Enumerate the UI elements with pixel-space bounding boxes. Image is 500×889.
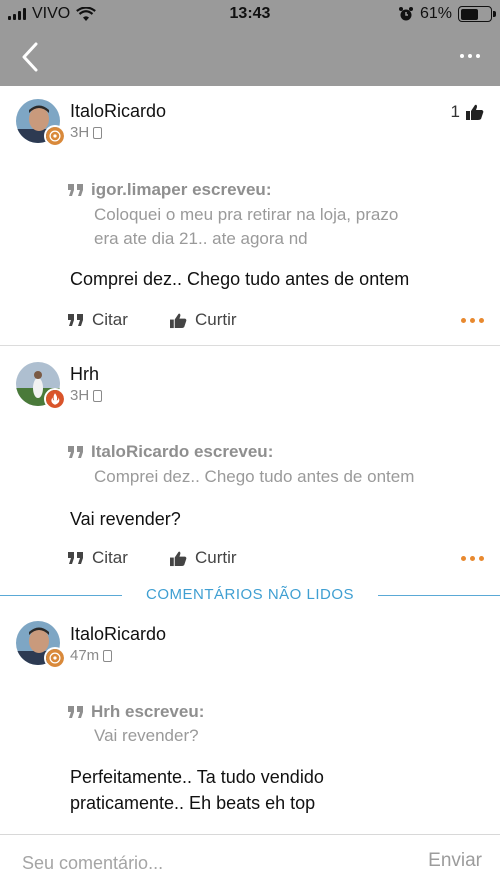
quote-icon (68, 314, 83, 326)
author-name[interactable]: ItaloRicardo (70, 101, 166, 122)
quote-line: era ate dia 21.. ate agora nd (94, 229, 308, 248)
ellipsis-icon (460, 54, 480, 58)
quote-line: Coloquei o meu pra retirar na loja, praz… (94, 205, 399, 224)
mobile-icon (103, 649, 113, 662)
thumbs-up-icon (170, 313, 187, 328)
more-button[interactable] (458, 46, 482, 66)
author-name[interactable]: ItaloRicardo (70, 624, 166, 645)
post-meta: 3H (70, 387, 103, 404)
quote-text: Vai revender? (94, 724, 484, 748)
like-count: 1 (451, 102, 484, 122)
post-meta: 3H (70, 124, 103, 141)
quote-icon (68, 184, 83, 196)
quote-icon (68, 706, 83, 718)
author-name[interactable]: Hrh (70, 364, 99, 385)
like-button-label: Curtir (195, 310, 237, 329)
quote-header: Hrh escreveu: (68, 702, 204, 722)
post-time: 3H (70, 124, 90, 141)
like-button-label: Curtir (195, 548, 237, 567)
comment-line: Comprei dez.. Chego tudo antes de ontem (70, 269, 410, 289)
quote-icon (68, 552, 83, 564)
rank-badge-icon (44, 647, 66, 669)
post-options-button[interactable] (461, 318, 484, 323)
avatar[interactable] (16, 362, 66, 410)
nav-bar (0, 28, 500, 86)
comment-post: ItaloRicardo 3H 1 igor.limaper escreveu:… (0, 86, 500, 346)
post-time: 47m (70, 647, 100, 664)
comment-post: Hrh 3H ItaloRicardo escreveu: Comprei de… (0, 346, 500, 584)
comment-body: Vai revender? (70, 506, 490, 532)
quote-button[interactable]: Citar (68, 548, 128, 568)
like-button[interactable]: Curtir (170, 548, 237, 568)
avatar[interactable] (16, 99, 66, 147)
avatar[interactable] (16, 621, 66, 669)
quote-button-label: Citar (92, 310, 128, 329)
unread-comments-separator: COMENTÁRIOS NÃO LIDOS (0, 584, 500, 606)
comment-post: ItaloRicardo 47m Hrh escreveu: Vai reven… (0, 606, 500, 834)
chevron-left-icon (22, 42, 38, 72)
quote-text: Comprei dez.. Chego tudo antes de ontem (94, 465, 484, 489)
status-right: 61% (398, 5, 496, 23)
rank-badge-icon (44, 125, 66, 147)
post-options-button[interactable] (461, 556, 484, 561)
battery-percent: 61% (419, 5, 452, 22)
quote-author[interactable]: igor.limaper escreveu: (91, 180, 271, 200)
thumbs-up-icon (170, 551, 187, 566)
comment-line: praticamente.. Eh beats eh top (70, 793, 316, 813)
back-button[interactable] (16, 40, 46, 74)
quote-button[interactable]: Citar (68, 310, 128, 330)
alarm-icon (398, 7, 413, 21)
like-button[interactable]: Curtir (170, 310, 237, 330)
quote-button-label: Citar (92, 548, 128, 567)
battery-icon (458, 6, 496, 22)
quote-line: Vai revender? (94, 726, 199, 745)
comment-composer: Enviar (0, 834, 500, 889)
comment-body: Comprei dez.. Chego tudo antes de ontem (70, 266, 490, 292)
quote-text: Coloquei o meu pra retirar na loja, praz… (94, 203, 484, 251)
rank-badge-icon (44, 388, 66, 410)
quote-author[interactable]: ItaloRicardo escreveu: (91, 442, 273, 462)
quote-header: igor.limaper escreveu: (68, 180, 271, 200)
comment-body: Perfeitamente.. Ta tudo vendido praticam… (70, 764, 490, 816)
mobile-icon (93, 389, 103, 402)
post-time: 3H (70, 387, 90, 404)
quote-header: ItaloRicardo escreveu: (68, 442, 273, 462)
status-bar: VIVO 13:43 61% (0, 0, 500, 28)
like-count-value: 1 (450, 102, 460, 121)
quote-author[interactable]: Hrh escreveu: (91, 702, 204, 722)
post-meta: 47m (70, 647, 113, 664)
quote-icon (68, 446, 83, 458)
quote-line: Comprei dez.. Chego tudo antes de ontem (94, 467, 415, 486)
comment-line: Vai revender? (70, 509, 181, 529)
mobile-icon (93, 126, 103, 139)
send-button[interactable]: Enviar (428, 850, 482, 872)
comment-input[interactable] (22, 849, 382, 877)
comment-line: Perfeitamente.. Ta tudo vendido (70, 767, 324, 787)
thumbs-up-icon (466, 104, 484, 120)
